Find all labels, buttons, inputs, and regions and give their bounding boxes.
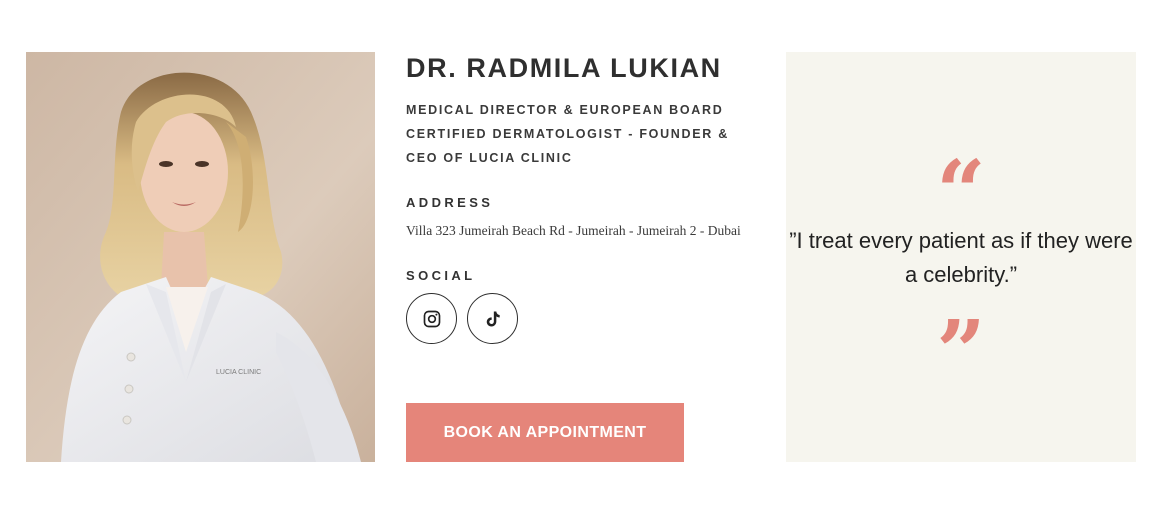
book-appointment-button[interactable]: BOOK AN APPOINTMENT xyxy=(406,403,684,462)
doctor-profile-section: LUCIA CLINIC DR. RADMILA LUKIAN MEDICAL … xyxy=(0,0,1154,519)
social-links xyxy=(406,293,518,344)
instagram-icon xyxy=(423,310,440,327)
instagram-button[interactable] xyxy=(406,293,457,344)
doctor-info: DR. RADMILA LUKIAN MEDICAL DIRECTOR & EU… xyxy=(406,52,766,344)
doctor-name: DR. RADMILA LUKIAN xyxy=(406,53,722,83)
tiktok-icon xyxy=(486,311,500,326)
quote-card: “ ”I treat every patient as if they were… xyxy=(786,52,1136,462)
tiktok-button[interactable] xyxy=(467,293,518,344)
coat-logo-text: LUCIA CLINIC xyxy=(216,369,261,376)
quote-text: ”I treat every patient as if they were a… xyxy=(789,228,1133,287)
social-label: SOCIAL xyxy=(406,268,476,283)
doctor-title: MEDICAL DIRECTOR & EUROPEAN BOARD CERTIF… xyxy=(406,103,729,165)
address-value: Villa 323 Jumeirah Beach Rd - Jumeirah -… xyxy=(406,223,741,238)
address-label: ADDRESS xyxy=(406,195,494,210)
doctor-portrait: LUCIA CLINIC xyxy=(26,52,375,462)
close-quote-icon: ” xyxy=(936,302,986,403)
portrait-image: LUCIA CLINIC xyxy=(26,52,375,462)
